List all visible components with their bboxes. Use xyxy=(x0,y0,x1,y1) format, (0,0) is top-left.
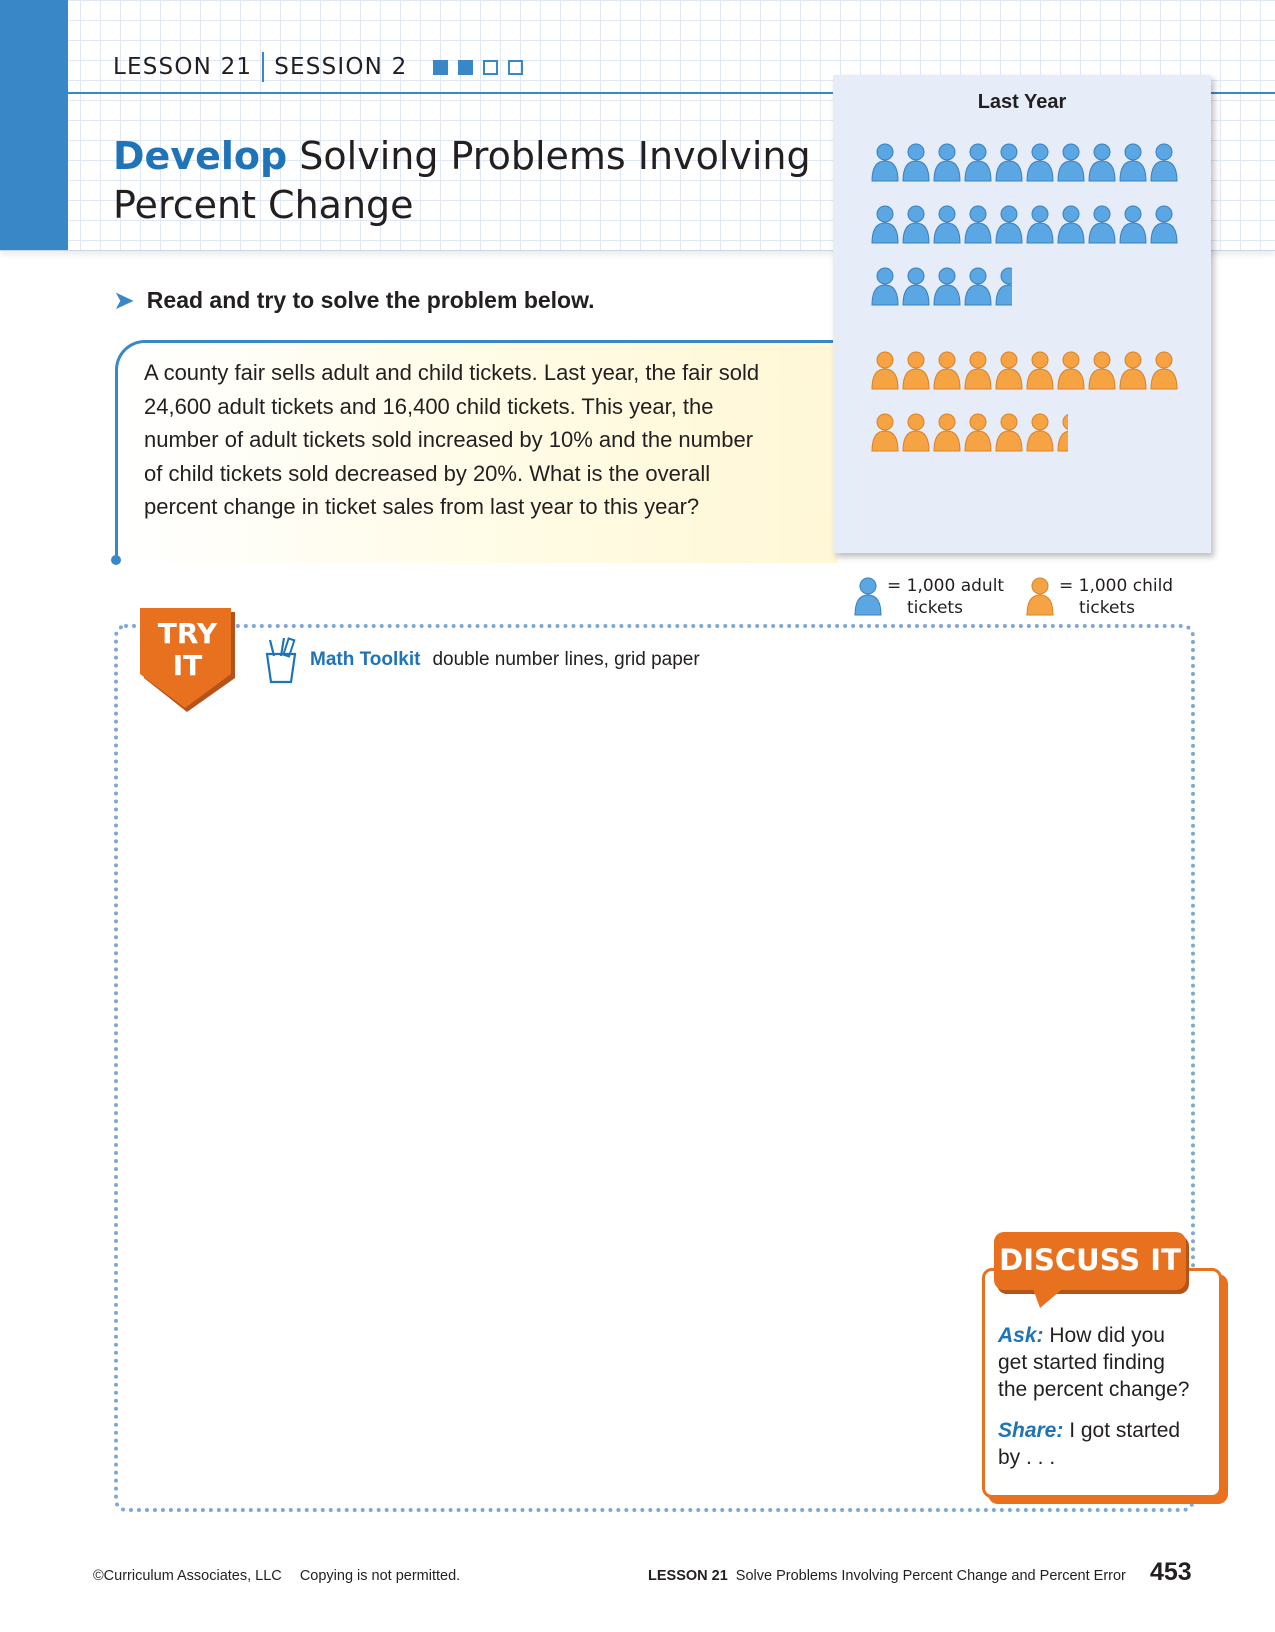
footer-lesson-title: Solve Problems Involving Percent Change … xyxy=(735,1568,1126,1584)
toolkit-items: double number lines, grid paper xyxy=(432,649,700,670)
person-adult-icon xyxy=(994,203,1024,245)
discuss-it-body: Ask: How did you get started finding the… xyxy=(998,1322,1198,1485)
share-label: Share: xyxy=(998,1419,1064,1442)
person-adult-icon xyxy=(1087,141,1117,183)
discuss-it-tail xyxy=(1032,1286,1066,1308)
person-child-icon xyxy=(963,349,993,391)
page-number: 453 xyxy=(1150,1558,1192,1586)
progress-square-4 xyxy=(508,59,524,75)
title-line2: Percent Change xyxy=(113,183,414,227)
progress-square-3 xyxy=(483,59,499,75)
person-adult-icon xyxy=(870,141,900,183)
person-adult-icon xyxy=(901,203,931,245)
pictograph-title: Last Year xyxy=(977,91,1067,113)
try-it-label: TRY IT xyxy=(140,618,235,682)
session-label: SESSION 2 xyxy=(274,54,408,80)
child-icon-row xyxy=(870,349,1179,391)
person-child-icon xyxy=(963,411,993,453)
person-child-icon xyxy=(1025,349,1055,391)
person-adult-icon xyxy=(994,141,1024,183)
person-adult-icon xyxy=(932,203,962,245)
discuss-it-title: DISCUSS IT xyxy=(999,1243,1181,1277)
math-toolkit: Math Toolkit double number lines, grid p… xyxy=(262,636,700,684)
person-adult-icon xyxy=(1118,141,1148,183)
person-adult-icon xyxy=(1149,203,1179,245)
adult-icon-row xyxy=(870,203,1179,245)
title-keyword: Develop xyxy=(113,134,288,178)
instruction-text: Read and try to solve the problem below. xyxy=(146,287,595,313)
person-adult-icon xyxy=(870,203,900,245)
person-adult-icon xyxy=(854,577,882,616)
footer-lesson-label: LESSON 21 xyxy=(648,1568,728,1584)
try-it-line2: IT xyxy=(172,649,203,682)
person-adult-icon xyxy=(1118,203,1148,245)
footer-copy-notice: Copying is not permitted. xyxy=(299,1568,461,1584)
header-blue-tab xyxy=(0,0,68,250)
person-adult-icon xyxy=(932,141,962,183)
person-child-icon xyxy=(994,411,1024,453)
person-adult-icon xyxy=(901,141,931,183)
legend-adult-line1: = 1,000 adult xyxy=(887,576,1005,596)
person-child-icon xyxy=(994,349,1024,391)
person-adult-icon xyxy=(1056,141,1086,183)
person-child-icon xyxy=(1118,349,1148,391)
adult-icon-row xyxy=(870,141,1179,183)
person-adult-icon xyxy=(963,203,993,245)
toolkit-label: Math Toolkit xyxy=(310,649,421,670)
problem-text: A county fair sells adult and child tick… xyxy=(144,360,760,519)
try-it-line1: TRY xyxy=(157,617,218,650)
legend-child-line1: = 1,000 child xyxy=(1059,576,1174,596)
person-child-icon xyxy=(870,411,900,453)
person-child-icon xyxy=(1025,411,1055,453)
person-child-icon xyxy=(870,349,900,391)
pictograph-card: Last Year = 1,000 adult tickets = 1,000 … xyxy=(833,75,1211,618)
title-line1-rest: Solving Problems Involving xyxy=(299,134,811,178)
child-icon-row xyxy=(870,411,1068,453)
lesson-separator xyxy=(262,52,265,82)
discuss-share: Share: I got started by . . . xyxy=(998,1417,1198,1471)
legend-child-line2: tickets xyxy=(1079,598,1135,618)
footer-right: LESSON 21 Solve Problems Involving Percen… xyxy=(648,1568,1126,1584)
toolkit-cup-icon xyxy=(265,637,297,684)
ask-label: Ask: xyxy=(998,1324,1044,1347)
progress-square-2 xyxy=(458,59,474,75)
footer-left: ©Curriculum Associates, LLC Copying is n… xyxy=(93,1568,460,1584)
person-child-icon xyxy=(1056,411,1068,453)
problem-box-dot xyxy=(111,555,121,565)
legend-adult: = 1,000 adult tickets xyxy=(853,575,1004,619)
person-adult-icon xyxy=(1087,203,1117,245)
person-child-icon xyxy=(901,349,931,391)
person-adult-icon xyxy=(963,265,993,307)
person-adult-icon xyxy=(963,141,993,183)
person-child-icon xyxy=(1026,577,1054,616)
person-adult-icon xyxy=(901,265,931,307)
person-child-icon xyxy=(932,349,962,391)
session-progress xyxy=(433,59,524,75)
person-adult-icon xyxy=(932,265,962,307)
lesson-session-bar: LESSON 21 SESSION 2 xyxy=(113,50,524,84)
person-adult-icon xyxy=(994,265,1012,307)
person-child-icon xyxy=(1087,349,1117,391)
lesson-label: LESSON 21 xyxy=(113,54,253,80)
person-adult-icon xyxy=(870,265,900,307)
progress-square-1 xyxy=(433,59,449,75)
person-child-icon xyxy=(901,411,931,453)
person-child-icon xyxy=(1149,349,1179,391)
arrow-right-icon: ➤ xyxy=(113,285,135,315)
person-adult-icon xyxy=(1149,141,1179,183)
person-adult-icon xyxy=(1025,203,1055,245)
person-child-icon xyxy=(1056,349,1086,391)
legend-adult-line2: tickets xyxy=(907,598,963,618)
adult-icon-row xyxy=(870,265,1012,307)
page-title: Develop Solving Problems Involving Perce… xyxy=(113,132,813,230)
discuss-ask: Ask: How did you get started finding the… xyxy=(998,1322,1198,1403)
person-adult-icon xyxy=(1056,203,1086,245)
footer-copyright: ©Curriculum Associates, LLC xyxy=(93,1568,282,1584)
legend-child: = 1,000 child tickets xyxy=(1025,575,1173,619)
instruction: ➤ Read and try to solve the problem belo… xyxy=(113,285,595,316)
person-child-icon xyxy=(932,411,962,453)
person-adult-icon xyxy=(1025,141,1055,183)
